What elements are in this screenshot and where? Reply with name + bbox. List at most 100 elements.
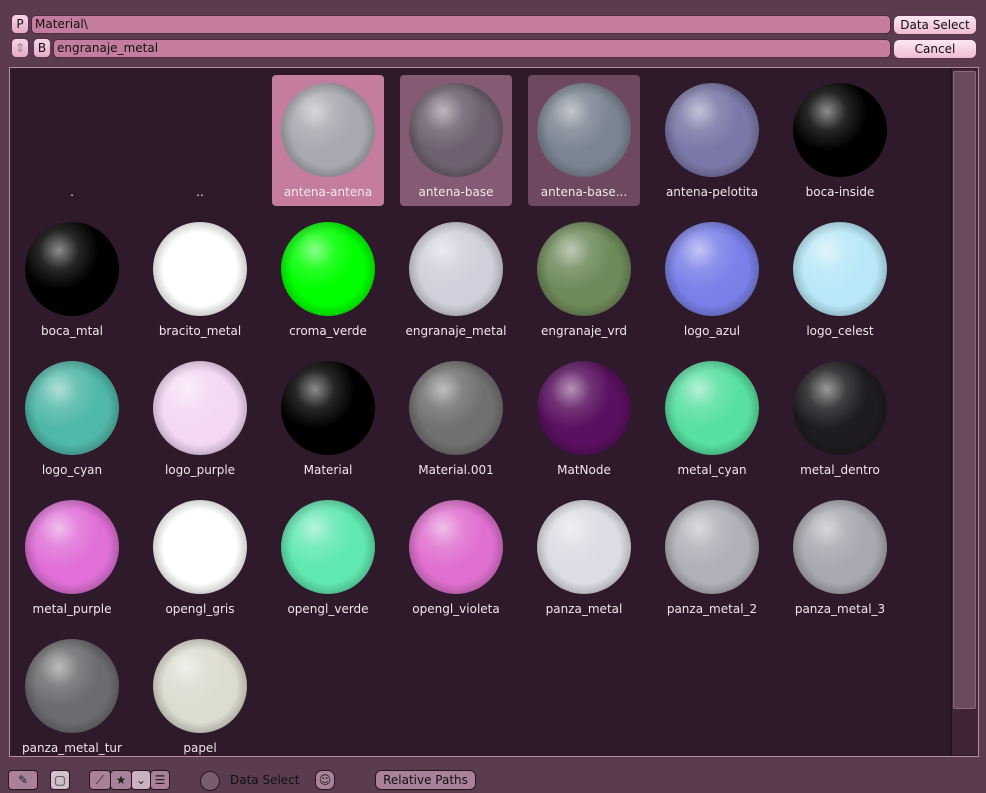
up-down-arrows-icon[interactable]: ⇕ [11, 38, 29, 58]
material-item[interactable]: metal_dentro [784, 353, 896, 484]
data-select-button[interactable]: Data Select [893, 15, 977, 35]
sort-star-icon[interactable]: ★ [110, 770, 132, 790]
material-item[interactable]: opengl_violeta [400, 492, 512, 623]
material-preview-sphere [153, 500, 247, 594]
material-preview-sphere [409, 83, 503, 177]
scrollbar-thumb[interactable] [953, 71, 976, 709]
material-preview-sphere [409, 500, 503, 594]
item-label: metal_dentro [800, 463, 880, 477]
material-preview-sphere [409, 222, 503, 316]
eye-dropper-icon[interactable]: ✎ [8, 770, 38, 790]
material-item[interactable]: MatNode [528, 353, 640, 484]
browse-button[interactable]: B [33, 38, 51, 58]
material-item[interactable]: logo_celest [784, 214, 896, 345]
item-label: panza_metal_3 [794, 602, 886, 616]
cancel-button[interactable]: Cancel [893, 39, 977, 59]
material-preview-sphere [537, 83, 631, 177]
material-item[interactable]: opengl_verde [272, 492, 384, 623]
item-label: logo_azul [683, 324, 741, 338]
material-preview-sphere [537, 500, 631, 594]
material-item[interactable]: panza_metal [528, 492, 640, 623]
data-select-label: Data Select [230, 773, 300, 787]
directory-path-field[interactable]: Material\ [31, 15, 891, 34]
material-item[interactable]: panza_metal_tur [16, 631, 128, 762]
item-label: metal_purple [32, 602, 112, 616]
item-label: opengl_verde [287, 602, 369, 616]
material-item[interactable]: bracito_metal [144, 214, 256, 345]
item-label: opengl_violeta [412, 602, 500, 616]
material-preview-sphere [793, 83, 887, 177]
material-item[interactable]: Material.001 [400, 353, 512, 484]
directory-item[interactable]: . [16, 75, 128, 206]
item-label: antena-pelotita [665, 185, 759, 199]
material-preview-sphere [25, 222, 119, 316]
material-item[interactable]: antena-base [400, 75, 512, 206]
vertical-scrollbar[interactable] [951, 69, 978, 755]
material-preview-sphere [665, 222, 759, 316]
item-label: engranaje_vrd [540, 324, 627, 338]
material-preview-sphere [665, 361, 759, 455]
square-icon[interactable]: ▢ [50, 770, 70, 790]
item-label: boca-inside [805, 185, 875, 199]
material-item[interactable]: antena-pelotita [656, 75, 768, 206]
material-item[interactable]: engranaje_vrd [528, 214, 640, 345]
material-item[interactable]: boca-inside [784, 75, 896, 206]
material-item[interactable]: engranaje_metal [400, 214, 512, 345]
item-label: logo_purple [164, 463, 236, 477]
material-preview-sphere [25, 361, 119, 455]
material-item[interactable]: opengl_gris [144, 492, 256, 623]
material-preview-sphere [153, 361, 247, 455]
folder-current-icon [16, 75, 128, 175]
item-label: croma_verde [289, 324, 367, 338]
material-preview-sphere [281, 500, 375, 594]
directory-item[interactable]: .. [144, 75, 256, 206]
material-preview-sphere [25, 500, 119, 594]
filename-row: ⇕ B engranaje_metal Cancel [0, 37, 986, 59]
item-label: logo_celest [806, 324, 874, 338]
file-browser-panel: ... antena-antena antena-base antena-base..… [9, 67, 979, 757]
item-label: Material.001 [418, 463, 494, 477]
ghost-icon[interactable]: ☺ [315, 770, 335, 790]
material-preview-sphere [665, 500, 759, 594]
parent-dir-button[interactable]: P [11, 14, 29, 34]
material-item[interactable]: panza_metal_2 [656, 492, 768, 623]
material-item[interactable]: metal_purple [16, 492, 128, 623]
sort-down-icon[interactable]: ⌄ [131, 770, 151, 790]
material-preview-sphere [153, 222, 247, 316]
item-label: antena-base [418, 185, 494, 199]
item-label: engranaje_metal [405, 324, 507, 338]
material-item[interactable]: papel [144, 631, 256, 762]
item-label: opengl_gris [165, 602, 235, 616]
sort-list-icon[interactable]: ☰ [150, 770, 170, 790]
item-label: bracito_metal [158, 324, 242, 338]
file-name-field[interactable]: engranaje_metal [53, 39, 891, 58]
material-item[interactable]: logo_azul [656, 214, 768, 345]
material-item[interactable]: antena-base... [528, 75, 640, 206]
material-item[interactable]: Material [272, 353, 384, 484]
material-item[interactable]: croma_verde [272, 214, 384, 345]
material-preview-sphere [281, 83, 375, 177]
material-item[interactable]: boca_mtal [16, 214, 128, 345]
item-label: metal_cyan [677, 463, 747, 477]
bottom-toolbar: ✎ ▢ ⟋ ★ ⌄ ☰ Data Select ☺ Relative Paths [0, 767, 986, 793]
material-preview-sphere [793, 500, 887, 594]
item-label: boca_mtal [41, 324, 103, 338]
item-label: antena-antena [283, 185, 373, 199]
material-item[interactable]: metal_cyan [656, 353, 768, 484]
material-preview-sphere [409, 361, 503, 455]
data-select-toggle[interactable] [200, 771, 220, 791]
directory-row: P Material\ Data Select [0, 13, 986, 35]
item-label: Material [303, 463, 353, 477]
material-preview-sphere [793, 222, 887, 316]
material-item[interactable]: logo_cyan [16, 353, 128, 484]
item-label: papel [183, 741, 217, 755]
item-label: MatNode [557, 463, 611, 477]
material-grid: ... antena-antena antena-base antena-base..… [10, 68, 950, 756]
material-item[interactable]: panza_metal_3 [784, 492, 896, 623]
relative-paths-button[interactable]: Relative Paths [375, 770, 476, 790]
material-preview-sphere [793, 361, 887, 455]
sort-alpha-icon[interactable]: ⟋ [89, 770, 111, 790]
material-item[interactable]: antena-antena [272, 75, 384, 206]
material-item[interactable]: logo_purple [144, 353, 256, 484]
item-label: panza_metal [545, 602, 623, 616]
